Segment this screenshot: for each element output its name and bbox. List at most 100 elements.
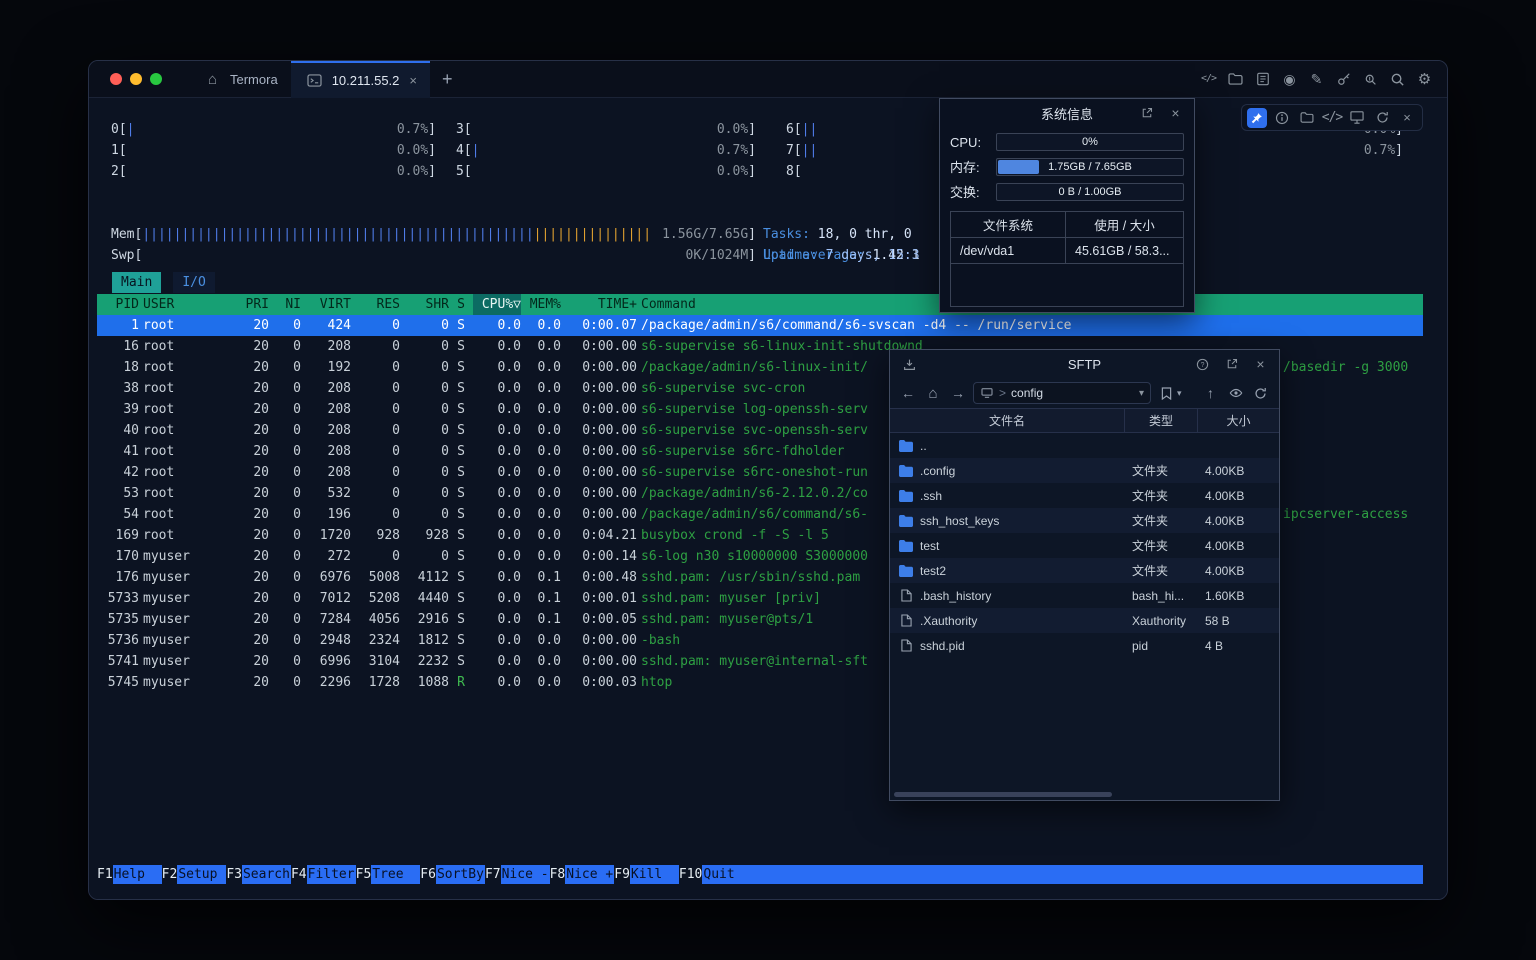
htop-tab-main[interactable]: Main <box>112 272 161 293</box>
close-icon[interactable]: × <box>1165 103 1186 124</box>
screen-icon[interactable] <box>1347 108 1367 128</box>
fnkey-nice[interactable]: F8Nice + <box>550 865 615 884</box>
filesystem-name: /dev/vda1 <box>951 238 1066 263</box>
cell-st: S <box>449 378 473 399</box>
close-window-button[interactable] <box>110 73 122 85</box>
filename-column-header[interactable]: 文件名 <box>890 409 1124 432</box>
type-column-header[interactable]: 类型 <box>1124 409 1197 432</box>
tab-close-icon[interactable]: × <box>409 73 417 88</box>
refresh-icon[interactable] <box>1251 382 1271 404</box>
edit-icon[interactable]: ✎ <box>1306 69 1327 90</box>
pin-icon[interactable] <box>1247 108 1267 128</box>
fnkey-kill[interactable]: F9Kill <box>614 865 679 884</box>
column-header-st[interactable]: S <box>449 294 473 315</box>
cpu-usage-row: CPU: 0% <box>940 133 1194 151</box>
log-icon[interactable] <box>1252 69 1273 90</box>
column-header-time[interactable]: TIME+ <box>561 294 637 315</box>
fnkey-tree[interactable]: F5Tree <box>356 865 421 884</box>
cell-ni: 0 <box>269 546 301 567</box>
show-hidden-icon[interactable] <box>1226 382 1246 404</box>
fnkey-help[interactable]: F1Help <box>97 865 162 884</box>
cell-user: myuser <box>139 588 233 609</box>
htop-tab-io[interactable]: I/O <box>173 272 214 293</box>
horizontal-scrollbar[interactable] <box>894 792 1112 797</box>
cell-pri: 20 <box>233 525 269 546</box>
file-row[interactable]: test2文件夹4.00KB <box>890 558 1279 583</box>
cell-virt: 192 <box>301 357 351 378</box>
column-header-virt[interactable]: VIRT <box>301 294 351 315</box>
search-icon[interactable] <box>1387 69 1408 90</box>
cell-cpu: 0.0 <box>473 441 521 462</box>
file-row[interactable]: sshd.pidpid4 B <box>890 633 1279 658</box>
close-icon[interactable]: × <box>1250 354 1271 375</box>
cell-time: 0:00.14 <box>561 546 637 567</box>
back-icon[interactable]: ← <box>898 382 918 404</box>
process-row[interactable]: 1root20042400S0.00.00:00.07/package/admi… <box>97 315 1423 336</box>
zoom-window-button[interactable] <box>150 73 162 85</box>
fnkey-setup[interactable]: F2Setup <box>162 865 227 884</box>
cell-virt: 208 <box>301 399 351 420</box>
folder-icon[interactable] <box>1297 108 1317 128</box>
filesystem-column-header: 文件系统 <box>951 212 1066 237</box>
file-row[interactable]: .. <box>890 433 1279 458</box>
cell-mem: 0.0 <box>521 525 561 546</box>
record-icon[interactable]: ◉ <box>1279 69 1300 90</box>
tab-session[interactable]: 10.211.55.2 × <box>291 61 430 98</box>
bookmark-menu[interactable]: ▾ <box>1156 382 1182 404</box>
minimize-window-button[interactable] <box>130 73 142 85</box>
sftp-panel: SFTP ? × ← ⌂ → <box>889 349 1280 801</box>
column-header-pid[interactable]: PID <box>97 294 139 315</box>
refresh-icon[interactable] <box>1372 108 1392 128</box>
code-icon[interactable]: </> <box>1322 108 1342 128</box>
cell-time: 0:00.00 <box>561 336 637 357</box>
chevron-down-icon[interactable]: ▾ <box>1139 388 1144 399</box>
folder-icon[interactable] <box>1225 69 1246 90</box>
fnkey-filter[interactable]: F4Filter <box>291 865 356 884</box>
column-header-user[interactable]: USER <box>139 294 233 315</box>
tab-home[interactable]: ⌂ Termora <box>189 61 291 98</box>
cell-time: 0:00.00 <box>561 630 637 651</box>
settings-icon[interactable]: ⚙ <box>1414 69 1435 90</box>
open-in-new-icon[interactable] <box>1221 354 1242 375</box>
fnkey-sortby[interactable]: F6SortBy <box>420 865 485 884</box>
file-type: pid <box>1124 639 1197 653</box>
file-row[interactable]: .XauthorityXauthority58 B <box>890 608 1279 633</box>
cell-cpu: 0.0 <box>473 588 521 609</box>
file-name: .bash_history <box>920 589 991 603</box>
file-size: 4.00KB <box>1197 514 1279 528</box>
file-row[interactable]: ssh_host_keys文件夹4.00KB <box>890 508 1279 533</box>
key-icon[interactable] <box>1333 69 1354 90</box>
path-breadcrumb[interactable]: > config ▾ <box>973 382 1151 404</box>
close-icon[interactable]: × <box>1397 108 1417 128</box>
fnkey-quit[interactable]: F10Quit <box>679 865 751 884</box>
open-in-new-icon[interactable] <box>1136 103 1157 124</box>
fnkey-search[interactable]: F3Search <box>226 865 291 884</box>
fnkey-nice[interactable]: F7Nice - <box>485 865 550 884</box>
info-icon[interactable] <box>1272 108 1292 128</box>
column-header-mem[interactable]: MEM% <box>521 294 561 315</box>
column-header-res[interactable]: RES <box>351 294 400 315</box>
home-icon[interactable]: ⌂ <box>923 382 943 404</box>
find-icon[interactable] <box>1360 69 1381 90</box>
forward-icon[interactable]: → <box>948 382 968 404</box>
file-name: .ssh <box>920 489 942 503</box>
code-icon[interactable]: </> <box>1198 69 1219 90</box>
new-tab-button[interactable]: + <box>430 69 465 90</box>
column-header-cpu[interactable]: CPU%▽ <box>473 294 521 315</box>
cell-mem: 0.0 <box>521 441 561 462</box>
file-row[interactable]: test文件夹4.00KB <box>890 533 1279 558</box>
column-header-pri[interactable]: PRI <box>233 294 269 315</box>
swap-meter: Swp[0K/1024M] <box>111 245 756 266</box>
cell-time: 0:00.00 <box>561 483 637 504</box>
column-header-ni[interactable]: NI <box>269 294 301 315</box>
file-row[interactable]: .ssh文件夹4.00KB <box>890 483 1279 508</box>
size-column-header[interactable]: 大小 <box>1197 409 1279 432</box>
parent-directory-icon[interactable]: ↑ <box>1201 382 1221 404</box>
file-row[interactable]: .config文件夹4.00KB <box>890 458 1279 483</box>
file-row[interactable]: .bash_historybash_hi...1.60KB <box>890 583 1279 608</box>
titlebar-toolbar: </> ◉ ✎ ⚙ <box>1198 69 1447 90</box>
download-icon[interactable] <box>899 350 920 378</box>
column-header-shr[interactable]: SHR <box>400 294 449 315</box>
cell-mem: 0.0 <box>521 315 561 336</box>
help-icon[interactable]: ? <box>1192 354 1213 375</box>
